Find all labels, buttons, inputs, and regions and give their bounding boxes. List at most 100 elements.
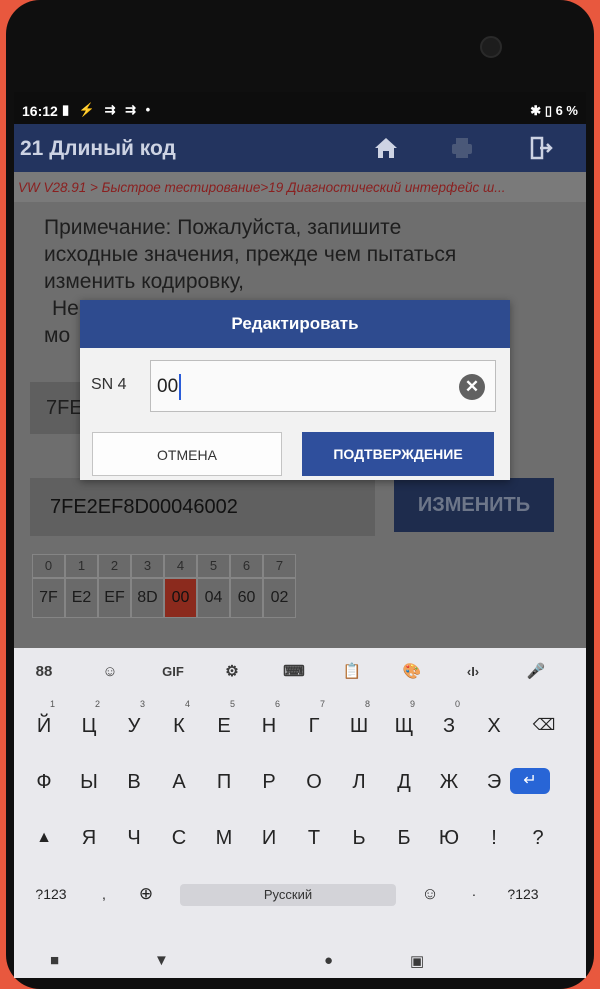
key[interactable]: Ц2 [69, 699, 109, 748]
key-hint: 5 [230, 699, 236, 709]
key[interactable]: Э [474, 758, 514, 804]
current-code-text: 7FE [46, 397, 83, 419]
note-line: исходные значения, прежде чем пытаться [44, 243, 457, 266]
key[interactable]: Ч [114, 814, 154, 860]
key[interactable]: Ь [339, 814, 379, 860]
key-label: Г [308, 715, 320, 737]
key[interactable]: ! [474, 814, 514, 860]
clipboard-icon[interactable]: 📋 [338, 660, 366, 684]
key-label: З [442, 715, 456, 737]
key[interactable]: Й1 [24, 699, 64, 748]
byte-cell[interactable]: 8D [131, 578, 164, 618]
key[interactable]: Б [384, 814, 424, 860]
status-bar: 16:12 ▮ ⚡ ⇉ ⇉ • ✱ ▯ 6 % [14, 92, 586, 124]
comma-key[interactable]: , [84, 870, 124, 916]
key[interactable]: В [114, 758, 154, 804]
key[interactable]: Ф [24, 758, 64, 804]
status-time: 16:12 [22, 103, 58, 119]
key-hint: 8 [365, 699, 371, 709]
home-icon[interactable] [372, 134, 400, 162]
key[interactable]: Т [294, 814, 334, 860]
key-hint: 3 [140, 699, 146, 709]
key[interactable]: Е5 [204, 699, 244, 748]
key[interactable]: П [204, 758, 244, 804]
clear-icon[interactable]: ✕ [459, 374, 485, 400]
palette-icon[interactable]: 🎨 [398, 660, 426, 684]
key-hint: 4 [185, 699, 191, 709]
enter-icon[interactable]: ↵ [510, 768, 550, 794]
byte-index: 4 [164, 554, 197, 578]
space-bar[interactable]: Русский [180, 884, 396, 906]
code-field[interactable]: 7FE2EF8D00046002 [30, 478, 375, 536]
byte-index: 5 [197, 554, 230, 578]
settings-icon[interactable]: ⚙ [218, 660, 246, 684]
text-caret [179, 374, 181, 400]
key[interactable]: ? [518, 814, 558, 860]
key[interactable]: Ю [429, 814, 469, 860]
print-icon[interactable] [448, 134, 476, 162]
back-icon[interactable]: ■ [50, 952, 59, 969]
sn-input-box[interactable]: ✕ [150, 360, 496, 412]
byte-cell[interactable]: EF [98, 578, 131, 618]
key[interactable]: Ж [429, 758, 469, 804]
byte-cell[interactable]: 04 [197, 578, 230, 618]
key-hint: 9 [410, 699, 416, 709]
key[interactable]: Ы [69, 758, 109, 804]
key[interactable]: Р [249, 758, 289, 804]
keyboard-switch-icon[interactable]: ▣ [410, 952, 424, 970]
key[interactable]: Х [474, 702, 514, 748]
key[interactable]: И [249, 814, 289, 860]
key[interactable]: У3 [114, 699, 154, 748]
screen: 16:12 ▮ ⚡ ⇉ ⇉ • ✱ ▯ 6 % 21 Длиный код VW… [14, 92, 586, 978]
key[interactable]: О [294, 758, 334, 804]
key[interactable]: М [204, 814, 244, 860]
byte-index: 6 [230, 554, 263, 578]
emoji-icon[interactable]: ☺ [410, 870, 450, 916]
apps-grid-icon[interactable]: 88 [30, 660, 58, 684]
exit-icon[interactable] [526, 134, 554, 162]
microphone-icon[interactable]: 🎤 [522, 660, 550, 684]
cursor-control-icon[interactable]: ‹I› [456, 660, 490, 684]
byte-grid: 0 1 2 3 4 5 6 7 7F E2 EF 8D 00 04 60 02 [32, 554, 296, 618]
key-label: Й [36, 715, 52, 737]
notification-icons: ▮ ⚡ ⇉ ⇉ • [62, 102, 154, 117]
cancel-button[interactable]: ОТМЕНА [92, 432, 282, 476]
sticker-icon[interactable]: ☺ [96, 660, 124, 684]
period-key[interactable]: · [454, 870, 494, 916]
byte-index: 1 [65, 554, 98, 578]
byte-value-row: 7F E2 EF 8D 00 04 60 02 [32, 578, 296, 618]
confirm-button[interactable]: ПОДТВЕРЖДЕНИЕ [302, 432, 494, 476]
page-title: 21 Длиный код [20, 137, 176, 160]
byte-cell[interactable]: E2 [65, 578, 98, 618]
globe-icon[interactable]: ⊕ [126, 870, 166, 916]
note-line: Примечание: Пожалуйста, запишите [44, 216, 402, 239]
key[interactable]: Д [384, 758, 424, 804]
keyboard-layout-icon[interactable]: ⌨ [280, 660, 308, 684]
key[interactable]: Я [69, 814, 109, 860]
key[interactable]: Н6 [249, 699, 289, 748]
change-button[interactable]: ИЗМЕНИТЬ [394, 478, 554, 532]
byte-cell[interactable]: 7F [32, 578, 65, 618]
byte-cell[interactable]: 60 [230, 578, 263, 618]
key[interactable]: К4 [159, 699, 199, 748]
symbols-key[interactable]: ?123 [500, 870, 546, 916]
sn-input[interactable] [157, 373, 447, 401]
gif-icon[interactable]: GIF [156, 660, 190, 684]
shift-icon[interactable]: ▲ [24, 814, 64, 860]
key-label: Ц [81, 715, 97, 737]
key[interactable]: Ш8 [339, 699, 379, 748]
key[interactable]: С [159, 814, 199, 860]
key[interactable]: Щ9 [384, 699, 424, 748]
backspace-icon[interactable]: ⌫ [524, 702, 564, 748]
hide-keyboard-icon[interactable]: ▼ [154, 952, 169, 969]
key[interactable]: З0 [429, 699, 469, 748]
symbols-key[interactable]: ?123 [28, 870, 74, 916]
byte-cell-selected[interactable]: 00 [164, 578, 197, 618]
home-nav-icon[interactable]: ● [324, 952, 333, 969]
key[interactable]: А [159, 758, 199, 804]
camera-icon [480, 36, 502, 58]
key[interactable]: Г7 [294, 699, 334, 748]
code-value: 7FE2EF8D00046002 [50, 496, 238, 518]
key[interactable]: Л [339, 758, 379, 804]
byte-cell[interactable]: 02 [263, 578, 296, 618]
